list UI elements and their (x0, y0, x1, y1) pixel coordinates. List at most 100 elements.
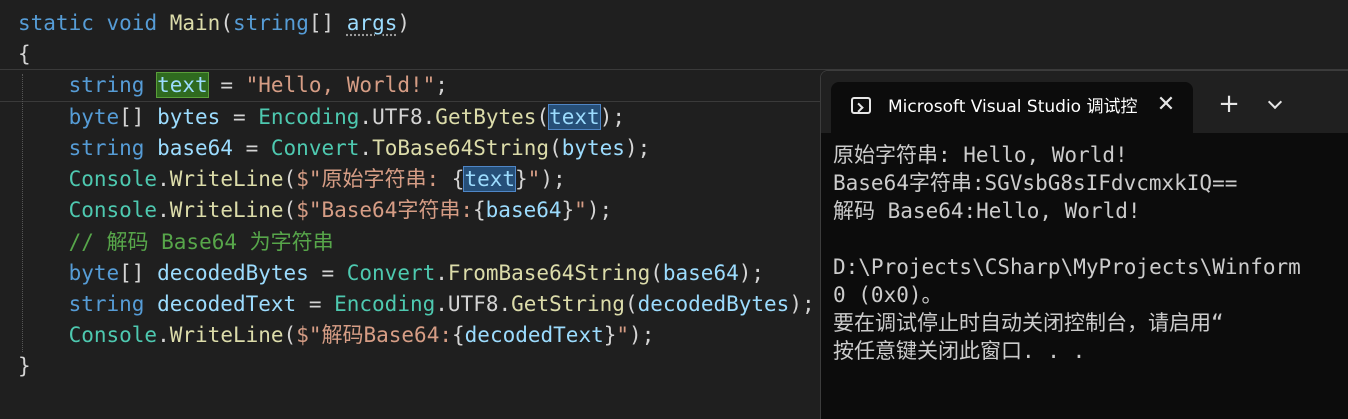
code-token: Console (68, 198, 158, 222)
code-token: static (18, 11, 94, 35)
code-token: Main (169, 11, 221, 35)
console-titlebar[interactable]: Microsoft Visual Studio 调试控 ✕ + (821, 71, 1348, 133)
code-token: Console (68, 167, 158, 191)
code-token: args (346, 11, 398, 35)
code-token: [] (119, 261, 158, 285)
code-token: = (232, 136, 271, 160)
code-token: // 解码 Base64 为字符串 (68, 230, 334, 254)
code-token: decodedBytes (157, 261, 309, 285)
code-token: "Hello, World!" (245, 73, 436, 97)
console-output-line: 按任意键关闭此窗口. . . (833, 339, 1086, 363)
code-token: = (220, 105, 259, 129)
chevron-down-icon[interactable] (1261, 91, 1289, 119)
code-line[interactable]: Console.WriteLine($"Base64字符串:{base64}")… (18, 195, 613, 226)
code-token: } (561, 198, 575, 222)
code-token: byte (68, 105, 120, 129)
code-token: Convert (346, 261, 436, 285)
console-output-line: 要在调试停止时自动关闭控制台，请启用“ (833, 311, 1224, 335)
close-icon[interactable]: ✕ (1153, 92, 1179, 118)
code-token: bytes (561, 136, 625, 160)
code-token: ( (283, 198, 297, 222)
code-line[interactable]: string text = "Hello, World!"; (18, 70, 448, 101)
code-token: ( (624, 292, 638, 316)
code-token: WriteLine (169, 167, 284, 191)
console-output-line: 0 (0x0)。 (833, 283, 943, 307)
code-token: GetString (511, 292, 625, 316)
code-token: $"原始字符串: (296, 167, 452, 191)
code-token: base64 (485, 198, 562, 222)
code-line[interactable]: Console.WriteLine($"原始字符串: {text}"); (18, 164, 566, 195)
code-token: = (207, 73, 246, 97)
code-token: ); (738, 261, 765, 285)
code-line[interactable]: byte[] bytes = Encoding.UTF8.GetBytes(te… (18, 102, 625, 133)
code-token: ToBase64String (372, 136, 550, 160)
code-token: byte (68, 261, 120, 285)
code-token: ( (650, 261, 663, 285)
code-line[interactable]: string base64 = Convert.ToBase64String(b… (18, 133, 651, 164)
console-output-line: 解码 Base64:Hello, World! (833, 199, 1141, 223)
code-token: GetBytes (435, 105, 537, 129)
code-token: WriteLine (169, 323, 284, 347)
code-token: ( (536, 105, 550, 129)
code-token: . (157, 198, 170, 222)
code-token: ); (586, 198, 613, 222)
code-token: { (451, 167, 465, 191)
code-token: string (68, 292, 145, 316)
code-token: . (498, 292, 512, 316)
code-line[interactable]: static void Main(string[] args) (18, 8, 410, 39)
code-token: Encoding (258, 105, 360, 129)
debug-console-window[interactable]: Microsoft Visual Studio 调试控 ✕ + 原始字符串: H… (820, 70, 1348, 419)
code-token: text (463, 166, 517, 192)
code-token: . (435, 261, 448, 285)
code-line[interactable]: // 解码 Base64 为字符串 (18, 227, 334, 258)
console-tab[interactable]: Microsoft Visual Studio 调试控 ✕ (831, 82, 1193, 133)
code-token: ); (624, 136, 651, 160)
code-token: { (473, 198, 486, 222)
code-line[interactable]: byte[] decodedBytes = Convert.FromBase64… (18, 258, 764, 289)
console-output: 原始字符串: Hello, World! Base64字符串:SGVsbG8sIF… (833, 141, 1348, 365)
code-token: { (18, 42, 31, 66)
code-token: ); (599, 105, 625, 129)
code-line[interactable]: { (18, 39, 31, 70)
code-line[interactable]: Console.WriteLine($"解码Base64:{decodedTex… (18, 320, 655, 351)
code-token: text (548, 104, 601, 130)
code-token: ); (629, 323, 655, 347)
code-token: . (359, 105, 373, 129)
code-token: ; (435, 73, 448, 97)
code-token: bytes (157, 105, 221, 129)
plus-icon[interactable]: + (1215, 91, 1243, 119)
code-token: } (515, 167, 528, 191)
code-token: = (308, 261, 347, 285)
code-token: " (574, 198, 587, 222)
code-token: = (296, 292, 335, 316)
code-line[interactable]: string decodedText = Encoding.UTF8.GetSt… (18, 289, 815, 320)
code-token: ( (549, 136, 562, 160)
code-token: text (156, 72, 209, 98)
code-token: ); (540, 167, 566, 191)
code-token: base64 (662, 261, 739, 285)
code-token: . (157, 167, 170, 191)
code-token: void (106, 11, 158, 35)
console-tab-title: Microsoft Visual Studio 调试控 (888, 97, 1138, 117)
code-token: . (157, 323, 170, 347)
code-token: . (435, 292, 448, 316)
code-token: WriteLine (169, 198, 284, 222)
terminal-icon (851, 97, 871, 114)
code-line[interactable]: } (18, 351, 31, 382)
code-token: ( (220, 11, 233, 35)
code-token: [] (308, 11, 347, 35)
code-token: { (452, 323, 465, 347)
code-token: UTF8 (372, 105, 423, 129)
code-token: ( (283, 323, 297, 347)
